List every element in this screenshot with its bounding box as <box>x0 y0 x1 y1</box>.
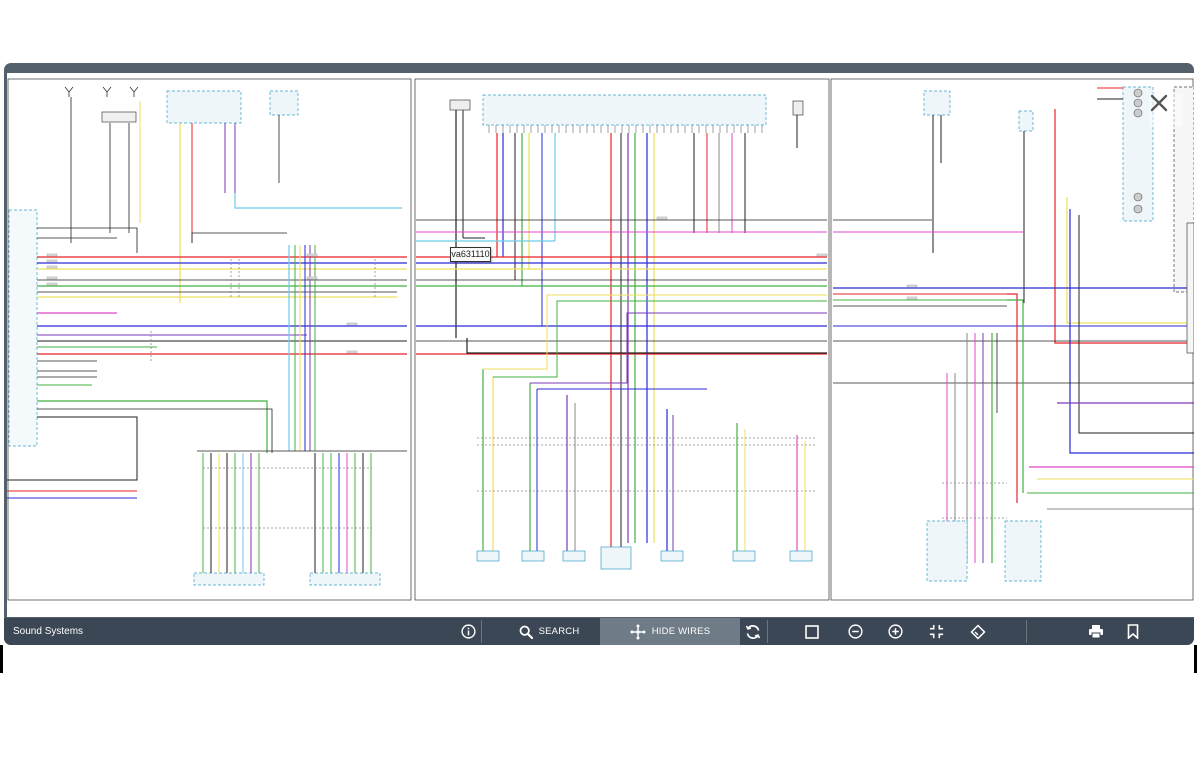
ground-block <box>792 100 804 116</box>
rotate-button[interactable] <box>740 618 766 645</box>
wire-label-block <box>306 276 318 280</box>
zoom-out-icon <box>847 624 863 639</box>
wire-label-block <box>46 265 58 269</box>
fuse-box <box>166 90 242 124</box>
speaker-symbol <box>476 550 500 562</box>
search-button[interactable]: SEARCH <box>509 618 589 645</box>
diagram-panel-middle <box>414 78 830 601</box>
microphone-connector <box>926 520 968 582</box>
wire-label-block <box>306 253 318 257</box>
amplifier-connector <box>482 94 767 126</box>
wiring-diagram <box>7 78 1194 601</box>
wire-label-block <box>816 253 828 257</box>
info-icon <box>460 624 476 639</box>
fit-page-icon <box>805 624 819 639</box>
speaker-symbol <box>789 550 813 562</box>
wire-label-block <box>46 276 58 280</box>
component-callout-label: va631110 <box>450 247 491 262</box>
speaker-symbol <box>521 550 545 562</box>
print-icon <box>1089 625 1103 639</box>
search-label: SEARCH <box>538 626 580 637</box>
module-edge <box>1186 222 1194 354</box>
antenna-module <box>101 111 137 123</box>
close-icon <box>1150 94 1168 112</box>
fuse-box <box>923 90 951 116</box>
page-edge-right <box>1194 645 1197 673</box>
toolbar-divider <box>481 620 482 643</box>
wire-label-block <box>346 350 358 354</box>
erase-button[interactable] <box>966 618 990 645</box>
splice-block <box>449 99 471 111</box>
bookmark-button[interactable] <box>1121 618 1145 645</box>
fullscreen-button[interactable] <box>924 618 948 645</box>
zoom-in-button[interactable] <box>883 618 907 645</box>
erase-icon <box>970 623 986 640</box>
page-edge-left <box>0 645 3 673</box>
fuse-box <box>269 90 299 116</box>
terminal-pin <box>1133 204 1143 214</box>
diagram-viewer-window: va631110 Sound Systems SEARCH HIDE WIRES <box>4 63 1194 645</box>
diagram-title: Sound Systems <box>13 626 84 637</box>
subwoofer-symbol <box>600 546 632 570</box>
module-connector <box>1018 110 1034 132</box>
microphone-connector <box>1004 520 1042 582</box>
wire-label-block <box>46 253 58 257</box>
search-icon <box>519 625 533 639</box>
terminal-pin <box>1133 192 1143 202</box>
toolbar-divider <box>1026 620 1027 643</box>
hide-wires-label: HIDE WIRES <box>651 626 711 637</box>
amplifier-input-connector <box>309 572 381 586</box>
speaker-symbol <box>562 550 586 562</box>
speaker-symbol <box>660 550 684 562</box>
terminal-pin <box>1133 108 1143 118</box>
wire-label-block <box>906 296 918 300</box>
fit-page-button[interactable] <box>800 618 824 645</box>
terminal-pin <box>1133 88 1143 98</box>
fullscreen-icon <box>929 624 943 639</box>
wire-label-block <box>906 284 918 288</box>
zoom-out-button[interactable] <box>843 618 867 645</box>
bookmark-icon <box>1127 624 1139 639</box>
hide-wires-icon <box>630 624 646 639</box>
close-button[interactable] <box>1149 93 1183 127</box>
print-button[interactable] <box>1084 618 1108 645</box>
terminal-pin <box>1133 98 1143 108</box>
wire-label-block <box>346 322 358 326</box>
info-button[interactable] <box>454 618 482 645</box>
wire-label-block <box>46 282 58 286</box>
toolbar-divider <box>767 620 768 643</box>
wire-label-block <box>656 216 668 220</box>
wire-label-block <box>46 259 58 263</box>
speaker-symbol <box>732 550 756 562</box>
diagram-panel-left <box>7 78 412 601</box>
hide-wires-button[interactable]: HIDE WIRES <box>600 618 740 645</box>
head-unit-connector <box>8 209 38 447</box>
amplifier-input-connector <box>193 572 265 586</box>
rotate-icon <box>745 624 761 639</box>
zoom-in-icon <box>887 624 903 639</box>
viewer-toolbar: Sound Systems SEARCH HIDE WIRES <box>4 618 1194 645</box>
wiring-diagram-canvas[interactable]: va631110 <box>7 73 1194 617</box>
